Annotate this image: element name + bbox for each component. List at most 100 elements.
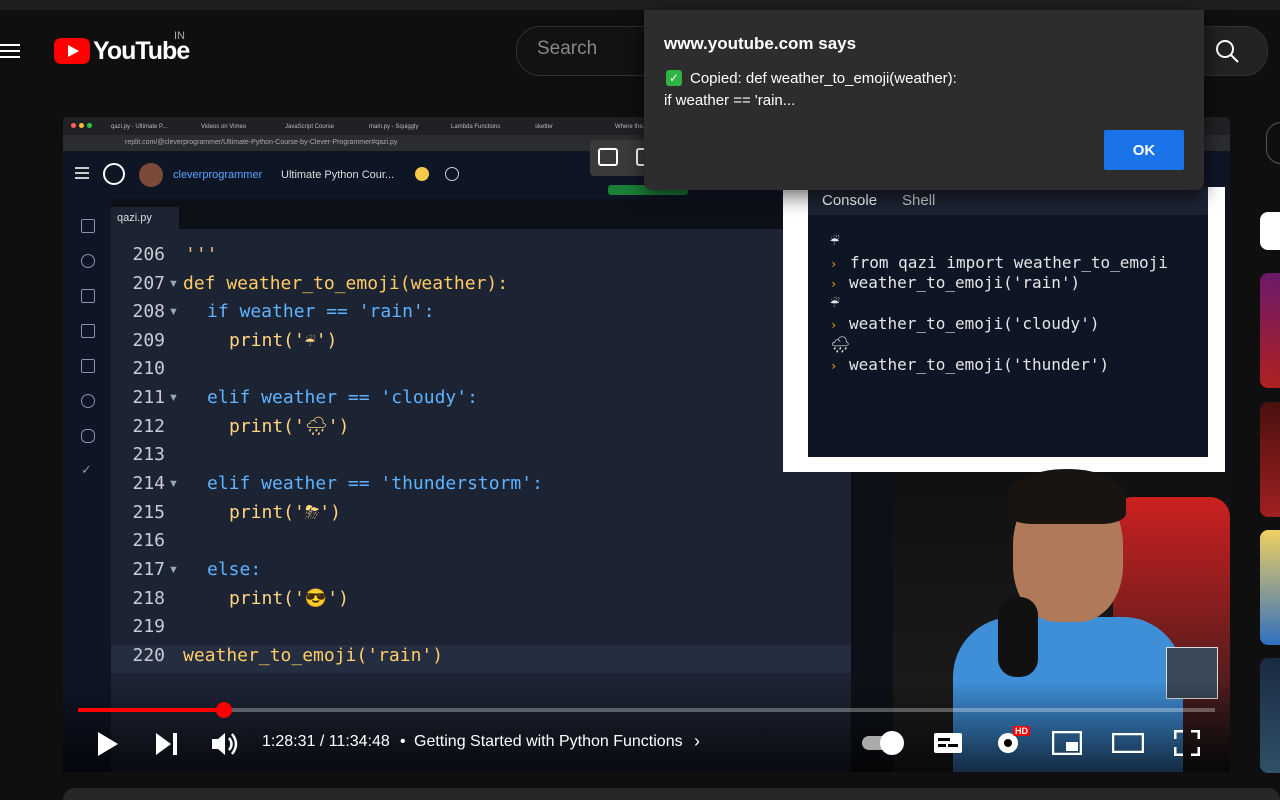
line-number: 209 — [132, 330, 165, 351]
subtitles-icon — [934, 733, 962, 753]
progress-played — [78, 708, 224, 712]
theater-icon — [1111, 732, 1145, 754]
code-line: print('☔') — [229, 330, 338, 351]
browser-tab: main.py - Squiggly — [369, 124, 419, 130]
files-icon — [81, 219, 95, 233]
code-line: elif weather == 'cloudy': — [207, 387, 478, 408]
search-icon — [1216, 40, 1239, 63]
play-icon — [98, 732, 118, 756]
toggle-knob — [880, 731, 904, 755]
next-button[interactable] — [155, 732, 179, 761]
sidebar-chip[interactable] — [1260, 212, 1280, 250]
code-line: print('🌧') — [229, 416, 350, 437]
gear-icon — [81, 394, 95, 408]
line-number: 211 — [132, 387, 165, 408]
python-icon — [415, 167, 429, 181]
chapter-separator: • — [400, 733, 406, 750]
recommended-thumbnail[interactable] — [1260, 530, 1280, 645]
progress-bar[interactable] — [78, 708, 1215, 712]
line-number: 208 — [132, 301, 165, 322]
sidebar-button[interactable] — [1266, 122, 1280, 164]
console-input: weather_to_emoji('rain') — [849, 273, 1081, 292]
miniplayer-icon — [1051, 730, 1083, 756]
chevron-right-icon[interactable]: › — [694, 731, 700, 752]
fold-arrow-icon: ▼ — [168, 306, 179, 318]
replit-logo-icon — [103, 163, 125, 185]
console-output: ☔ — [830, 230, 840, 249]
line-number: 219 — [132, 616, 165, 637]
fold-arrow-icon: ▼ — [168, 478, 179, 490]
prompt-icon: › — [830, 359, 838, 373]
next-icon — [156, 733, 177, 755]
recommended-thumbnail[interactable] — [1260, 402, 1280, 517]
autoplay-toggle[interactable] — [862, 731, 904, 755]
line-number: 215 — [132, 502, 165, 523]
line-number: 212 — [132, 416, 165, 437]
chapter-title[interactable]: Getting Started with Python Functions — [414, 733, 683, 751]
browser-tab: qazi.py - Ultimate P... — [111, 124, 168, 130]
menu-icon[interactable] — [0, 40, 22, 60]
mute-button[interactable] — [211, 731, 239, 762]
microphone — [998, 597, 1038, 677]
dialog-message-line2: if weather == 'rain... — [664, 92, 796, 109]
ok-button[interactable]: OK — [1104, 130, 1184, 170]
packages-icon — [81, 324, 95, 338]
theater-button[interactable] — [1111, 732, 1145, 758]
country-code: IN — [174, 30, 185, 42]
code-line: print('😎') — [229, 588, 349, 609]
code-line: else: — [207, 559, 262, 580]
avatar — [139, 163, 163, 187]
line-number: 220 — [132, 645, 165, 666]
browser-tab: Videos on Vimeo — [201, 124, 247, 130]
recommended-thumbnail[interactable] — [1260, 273, 1280, 388]
console-input: from qazi import weather_to_emoji — [850, 253, 1168, 272]
console-input: weather_to_emoji('cloudy') — [849, 314, 1100, 333]
console-input: weather_to_emoji('thunder') — [849, 355, 1110, 374]
screenshot-icon[interactable] — [598, 148, 618, 166]
search-placeholder: Search — [537, 38, 598, 59]
line-number: 214 — [132, 473, 165, 494]
check-icon: ✓ — [666, 70, 682, 86]
console-tabs: Console Shell — [808, 187, 1208, 215]
code-line: elif weather == 'thunderstorm': — [207, 473, 543, 494]
share-icon — [81, 254, 95, 268]
prompt-icon: › — [830, 257, 838, 271]
replit-menu-icon — [75, 167, 89, 169]
fullscreen-icon — [1173, 729, 1201, 757]
fullscreen-button[interactable] — [1173, 729, 1201, 761]
line-number: 213 — [132, 444, 165, 465]
replit-project: Ultimate Python Cour... — [281, 169, 395, 181]
code-line: def weather_to_emoji(weather): — [183, 273, 509, 294]
time-display: 1:28:31 / 11:34:48 — [262, 733, 390, 750]
dialog-title: www.youtube.com says — [664, 34, 857, 53]
video-player[interactable]: qazi.py - Ultimate P... Videos on Vimeo … — [63, 117, 1230, 772]
prompt-icon: › — [830, 318, 838, 332]
browser-tab: JavaScript Course — [285, 124, 335, 130]
hd-badge: HD — [1013, 726, 1030, 736]
fold-arrow-icon: ▼ — [168, 392, 179, 404]
console-output: 🌧 — [830, 335, 851, 354]
youtube-logo[interactable]: YouTube IN — [54, 30, 190, 66]
history-icon — [445, 167, 459, 181]
recommended-thumbnail[interactable] — [1260, 658, 1280, 773]
code-line: if weather == 'rain': — [207, 301, 435, 322]
dialog-message-line1: Copied: def weather_to_emoji(weather): — [690, 70, 957, 87]
file-tab: qazi.py — [111, 207, 179, 229]
line-number: 207 — [132, 273, 165, 294]
line-number: 216 — [132, 530, 165, 551]
browser-tab: Lambda Functions — [451, 124, 501, 130]
scrubber-handle[interactable] — [215, 702, 232, 718]
fold-arrow-icon: ▼ — [168, 564, 179, 576]
prompt-icon: › — [830, 277, 838, 291]
subtitles-button[interactable] — [933, 732, 963, 759]
lock-icon — [81, 359, 95, 373]
play-button[interactable] — [96, 731, 120, 762]
close-dot — [71, 123, 76, 128]
settings-button[interactable]: HD — [995, 726, 1030, 761]
line-number: 206 — [132, 244, 165, 265]
below-video-bar — [63, 788, 1280, 800]
code-line: ''' — [185, 244, 218, 265]
tab-console: Console — [822, 192, 878, 209]
replit-username: cleverprogrammer — [173, 169, 263, 181]
miniplayer-button[interactable] — [1051, 730, 1083, 760]
